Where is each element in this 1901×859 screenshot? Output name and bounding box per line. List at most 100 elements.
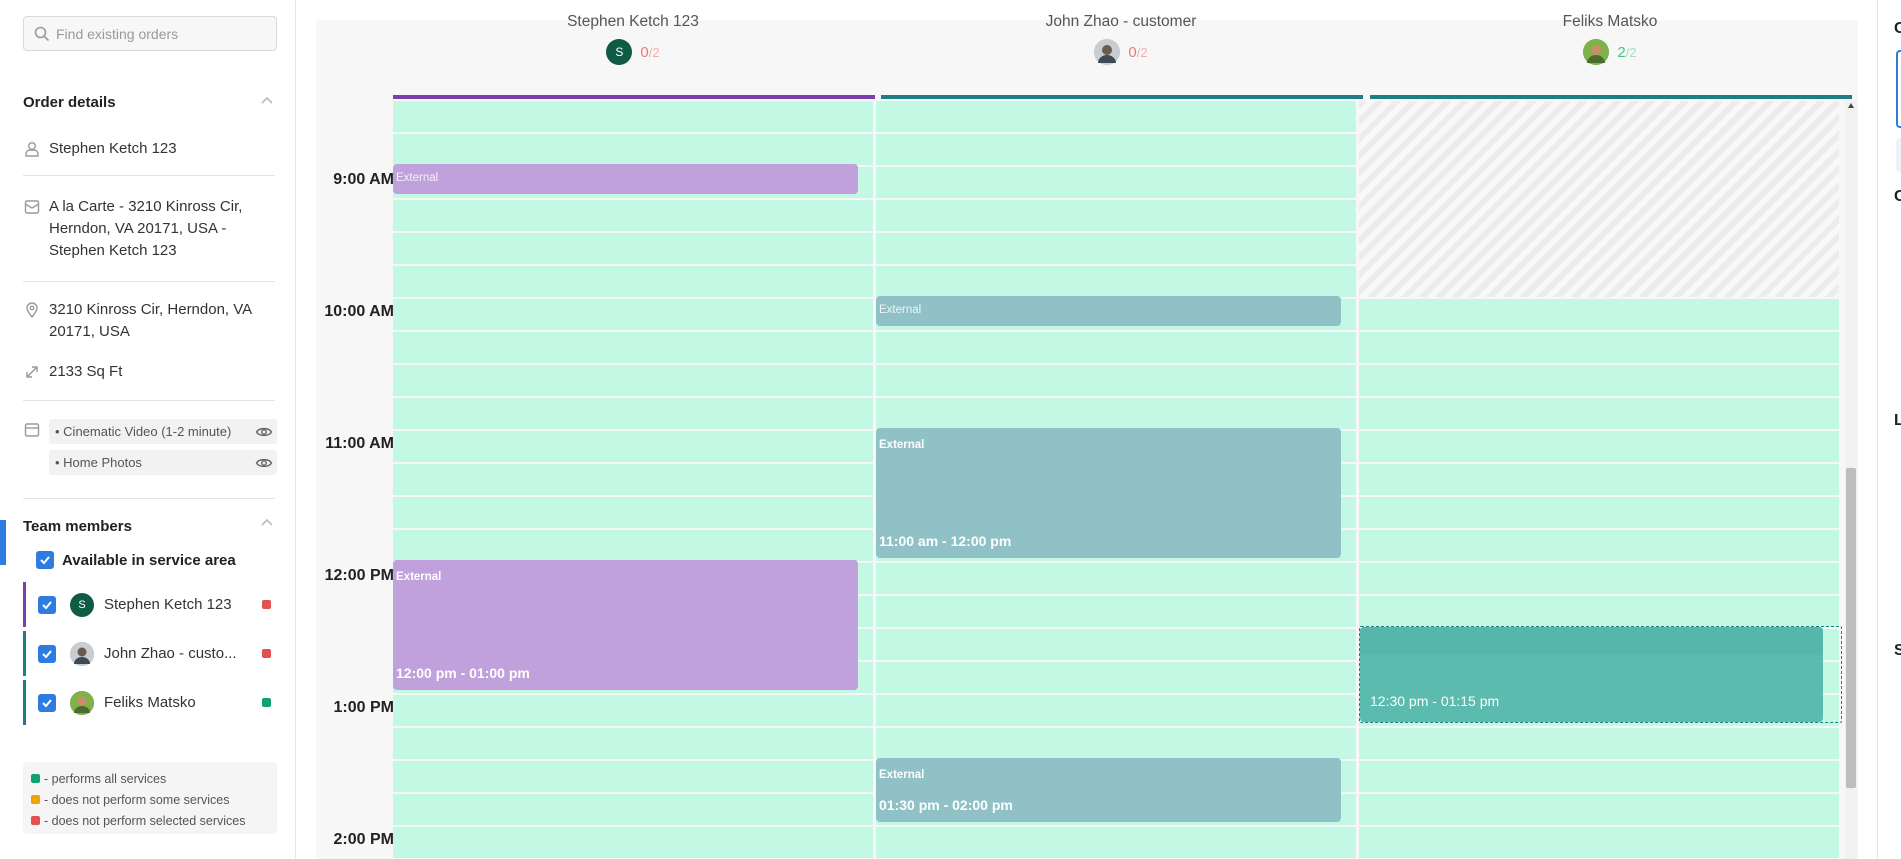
- search-input[interactable]: Find existing orders: [23, 16, 277, 51]
- event-title: External: [396, 571, 442, 583]
- right-panel-chip[interactable]: [1896, 138, 1901, 172]
- scroll-up-arrow-icon[interactable]: [1847, 102, 1855, 110]
- team-member-row[interactable]: John Zhao - custo...: [23, 631, 277, 676]
- time-slot[interactable]: [876, 332, 1356, 363]
- time-slot[interactable]: [1359, 332, 1839, 363]
- time-slot[interactable]: [1359, 497, 1839, 528]
- time-slot[interactable]: [393, 398, 873, 429]
- eye-icon[interactable]: [255, 454, 273, 472]
- external-event[interactable]: External: [393, 164, 858, 194]
- time-slot[interactable]: [393, 530, 873, 561]
- time-slot[interactable]: [1359, 530, 1839, 561]
- member-name: Feliks Matsko: [104, 694, 196, 711]
- time-slot[interactable]: [1359, 464, 1839, 495]
- check-icon: [42, 698, 52, 707]
- time-slot[interactable]: [393, 827, 873, 858]
- time-slot[interactable]: [393, 266, 873, 297]
- column-header: Feliks Matsko 2 /2: [1370, 0, 1850, 80]
- time-slot[interactable]: [876, 629, 1356, 660]
- size-text: 2133 Sq Ft: [49, 363, 123, 380]
- time-slot[interactable]: [393, 332, 873, 363]
- count-total: /2: [648, 44, 660, 60]
- count-value: 0: [640, 43, 649, 61]
- booking-count: 2 /2: [1370, 39, 1850, 65]
- time-slot[interactable]: [393, 728, 873, 759]
- right-panel-letter: C: [1894, 188, 1901, 205]
- time-slot[interactable]: [876, 200, 1356, 231]
- time-slot[interactable]: [393, 695, 873, 726]
- time-slot[interactable]: [876, 728, 1356, 759]
- available-toggle[interactable]: Available in service area: [36, 551, 236, 569]
- time-slot[interactable]: [393, 761, 873, 792]
- chevron-up-icon[interactable]: [259, 93, 275, 109]
- time-slot[interactable]: [393, 497, 873, 528]
- scrollbar-thumb[interactable]: [1846, 468, 1856, 788]
- time-slot[interactable]: [393, 464, 873, 495]
- time-slot[interactable]: [1359, 398, 1839, 429]
- time-slot[interactable]: [876, 365, 1356, 396]
- checkbox[interactable]: [38, 693, 56, 712]
- external-event[interactable]: External 01:30 pm - 02:00 pm: [876, 758, 1341, 822]
- order-row: A la Carte - 3210 Kinross Cir, Herndon, …: [23, 196, 275, 262]
- member-name: Stephen Ketch 123: [104, 596, 232, 613]
- external-event[interactable]: External 11:00 am - 12:00 pm: [876, 428, 1341, 558]
- checkbox[interactable]: [36, 551, 54, 569]
- calendar-scrollbar[interactable]: [1845, 100, 1857, 859]
- schedule-column[interactable]: [393, 101, 873, 859]
- time-slot[interactable]: [1359, 761, 1839, 792]
- chevron-up-icon[interactable]: [259, 515, 275, 531]
- time-slot[interactable]: [876, 101, 1356, 132]
- check-icon: [42, 649, 52, 658]
- status-badge: [262, 698, 271, 707]
- external-event[interactable]: External 12:00 pm - 01:00 pm: [393, 560, 858, 690]
- customer-name: Stephen Ketch 123: [49, 140, 177, 157]
- time-slot[interactable]: [876, 563, 1356, 594]
- team-member-row[interactable]: S Stephen Ketch 123: [23, 582, 277, 627]
- count-value: 2: [1617, 43, 1626, 61]
- time-slot[interactable]: [393, 365, 873, 396]
- time-slot[interactable]: [876, 827, 1356, 858]
- status-badge: [262, 649, 271, 658]
- count-total: /2: [1136, 44, 1148, 60]
- time-slot[interactable]: [393, 200, 873, 231]
- unavailable-block: [1359, 101, 1839, 297]
- time-slot[interactable]: [393, 134, 873, 165]
- schedule-column[interactable]: [1359, 101, 1839, 859]
- service-label: • Home Photos: [55, 455, 142, 470]
- time-slot[interactable]: [393, 101, 873, 132]
- eye-icon[interactable]: [255, 423, 273, 441]
- time-slot[interactable]: [876, 134, 1356, 165]
- time-slot[interactable]: [876, 398, 1356, 429]
- time-slot[interactable]: [876, 167, 1356, 198]
- column-color-bar: [881, 95, 1363, 99]
- time-slot[interactable]: [876, 266, 1356, 297]
- legend-item: - performs all services: [31, 768, 269, 789]
- time-slot[interactable]: [1359, 365, 1839, 396]
- time-slot[interactable]: [393, 299, 873, 330]
- time-slot[interactable]: [876, 233, 1356, 264]
- status-badge: [262, 600, 271, 609]
- time-slot[interactable]: [1359, 728, 1839, 759]
- time-slot[interactable]: [393, 794, 873, 825]
- team-member-row[interactable]: Feliks Matsko: [23, 680, 277, 725]
- time-slot[interactable]: [393, 431, 873, 462]
- right-panel-field[interactable]: [1896, 50, 1901, 128]
- time-label: 1:00 PM: [333, 699, 394, 716]
- time-slot[interactable]: [393, 233, 873, 264]
- available-label: Available in service area: [62, 551, 236, 569]
- time-slot[interactable]: [1359, 596, 1839, 627]
- member-color-stripe: [23, 680, 26, 725]
- time-slot[interactable]: [1359, 563, 1839, 594]
- checkbox[interactable]: [38, 595, 56, 614]
- external-event[interactable]: External: [876, 296, 1341, 326]
- column-color-bar: [1370, 95, 1852, 99]
- new-booking-slot[interactable]: 12:30 pm - 01:15 pm: [1360, 627, 1823, 722]
- time-slot[interactable]: [1359, 827, 1839, 858]
- checkbox[interactable]: [38, 644, 56, 663]
- time-slot[interactable]: [1359, 299, 1839, 330]
- time-slot[interactable]: [876, 662, 1356, 693]
- time-slot[interactable]: [1359, 794, 1839, 825]
- time-slot[interactable]: [876, 596, 1356, 627]
- time-slot[interactable]: [876, 695, 1356, 726]
- time-slot[interactable]: [1359, 431, 1839, 462]
